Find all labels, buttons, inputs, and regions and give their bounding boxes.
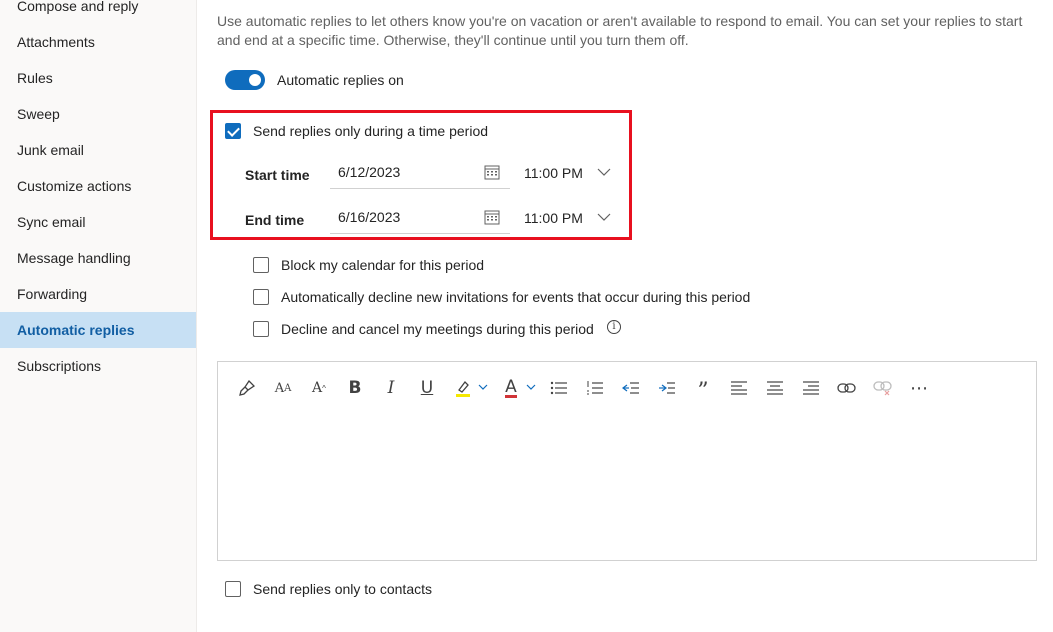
sidebar-item-junk-email[interactable]: Junk email xyxy=(0,132,196,168)
insert-link-icon[interactable] xyxy=(834,376,860,400)
sidebar-item-automatic-replies[interactable]: Automatic replies xyxy=(0,312,196,348)
contacts-only-checkbox[interactable] xyxy=(225,581,241,597)
decrease-indent-icon[interactable] xyxy=(618,376,644,400)
remove-link-icon[interactable] xyxy=(870,376,896,400)
decline-cancel-meetings-checkbox[interactable] xyxy=(253,321,269,337)
start-date-input[interactable]: 6/12/2023 xyxy=(330,157,510,189)
contacts-only-label: Send replies only to contacts xyxy=(253,581,432,597)
grow-font-glyph: A xyxy=(312,380,323,396)
time-period-label: Send replies only during a time period xyxy=(253,123,489,139)
calendar-icon[interactable] xyxy=(484,164,500,180)
sidebar-item-message-handling[interactable]: Message handling xyxy=(0,240,196,276)
settings-sidebar: Compose and reply Attachments Rules Swee… xyxy=(0,0,197,632)
font-size-icon[interactable]: AA xyxy=(270,376,296,400)
block-calendar-label: Block my calendar for this period xyxy=(281,257,485,273)
sidebar-item-rules[interactable]: Rules xyxy=(0,60,196,96)
increase-indent-icon[interactable] xyxy=(654,376,680,400)
align-right-icon[interactable] xyxy=(798,376,824,400)
bullets-icon[interactable] xyxy=(546,376,572,400)
decline-invitations-label: Automatically decline new invitations fo… xyxy=(281,289,751,305)
sidebar-item-sweep[interactable]: Sweep xyxy=(0,96,196,132)
format-painter-icon[interactable] xyxy=(234,376,260,400)
more-glyph: ⋯ xyxy=(910,377,928,399)
sidebar-item-subscriptions[interactable]: Subscriptions xyxy=(0,348,196,384)
italic-button[interactable]: I xyxy=(378,376,404,400)
highlight-icon[interactable] xyxy=(450,376,476,400)
chevron-down-icon[interactable] xyxy=(478,384,488,390)
block-calendar-checkbox[interactable] xyxy=(253,257,269,273)
grow-font-arrow: ^ xyxy=(322,383,326,393)
align-left-icon[interactable] xyxy=(726,376,752,400)
quote-button[interactable]: ” xyxy=(690,376,716,404)
description-text: Use automatic replies to let others know… xyxy=(217,13,1023,48)
underline-button[interactable]: U xyxy=(414,376,440,400)
align-center-icon[interactable] xyxy=(762,376,788,400)
end-date-input[interactable]: 6/16/2023 xyxy=(330,202,510,234)
chevron-down-icon[interactable] xyxy=(526,384,536,390)
sidebar-item-forwarding[interactable]: Forwarding xyxy=(0,276,196,312)
decline-invitations-checkbox[interactable] xyxy=(253,289,269,305)
calendar-icon[interactable] xyxy=(484,209,500,225)
chevron-down-icon[interactable] xyxy=(597,213,611,221)
chevron-down-icon[interactable] xyxy=(597,168,611,176)
toggle-label: Automatic replies on xyxy=(277,72,404,88)
font-color-icon[interactable]: A xyxy=(498,376,524,400)
quote-glyph: ” xyxy=(697,379,709,404)
time-period-checkbox[interactable] xyxy=(225,123,241,139)
italic-glyph: I xyxy=(387,378,395,398)
font-color-glyph: A xyxy=(505,376,517,398)
start-time-label: Start time xyxy=(245,167,310,183)
automatic-replies-panel: Use automatic replies to let others know… xyxy=(197,0,1053,632)
underline-glyph: U xyxy=(420,378,434,398)
more-options-icon[interactable]: ⋯ xyxy=(906,376,932,400)
bold-button[interactable]: B xyxy=(342,376,368,400)
info-icon[interactable]: i xyxy=(607,320,621,334)
sidebar-item-compose-and-reply[interactable]: Compose and reply xyxy=(0,0,196,24)
numbering-icon[interactable] xyxy=(582,376,608,400)
decline-cancel-meetings-label: Decline and cancel my meetings during th… xyxy=(281,321,594,337)
reply-message-editor[interactable]: AA A ^ B I U A ” ⋯ xyxy=(217,361,1037,561)
bold-glyph: B xyxy=(348,378,362,398)
toggle-knob xyxy=(249,74,261,86)
automatic-replies-toggle[interactable] xyxy=(225,70,265,90)
sidebar-item-sync-email[interactable]: Sync email xyxy=(0,204,196,240)
sidebar-item-customize-actions[interactable]: Customize actions xyxy=(0,168,196,204)
end-time-label: End time xyxy=(245,212,305,228)
font-size-glyph: A xyxy=(274,380,285,396)
grow-font-icon[interactable]: A ^ xyxy=(306,376,332,400)
sidebar-item-attachments[interactable]: Attachments xyxy=(0,24,196,60)
font-size-glyph-small: A xyxy=(284,382,292,394)
